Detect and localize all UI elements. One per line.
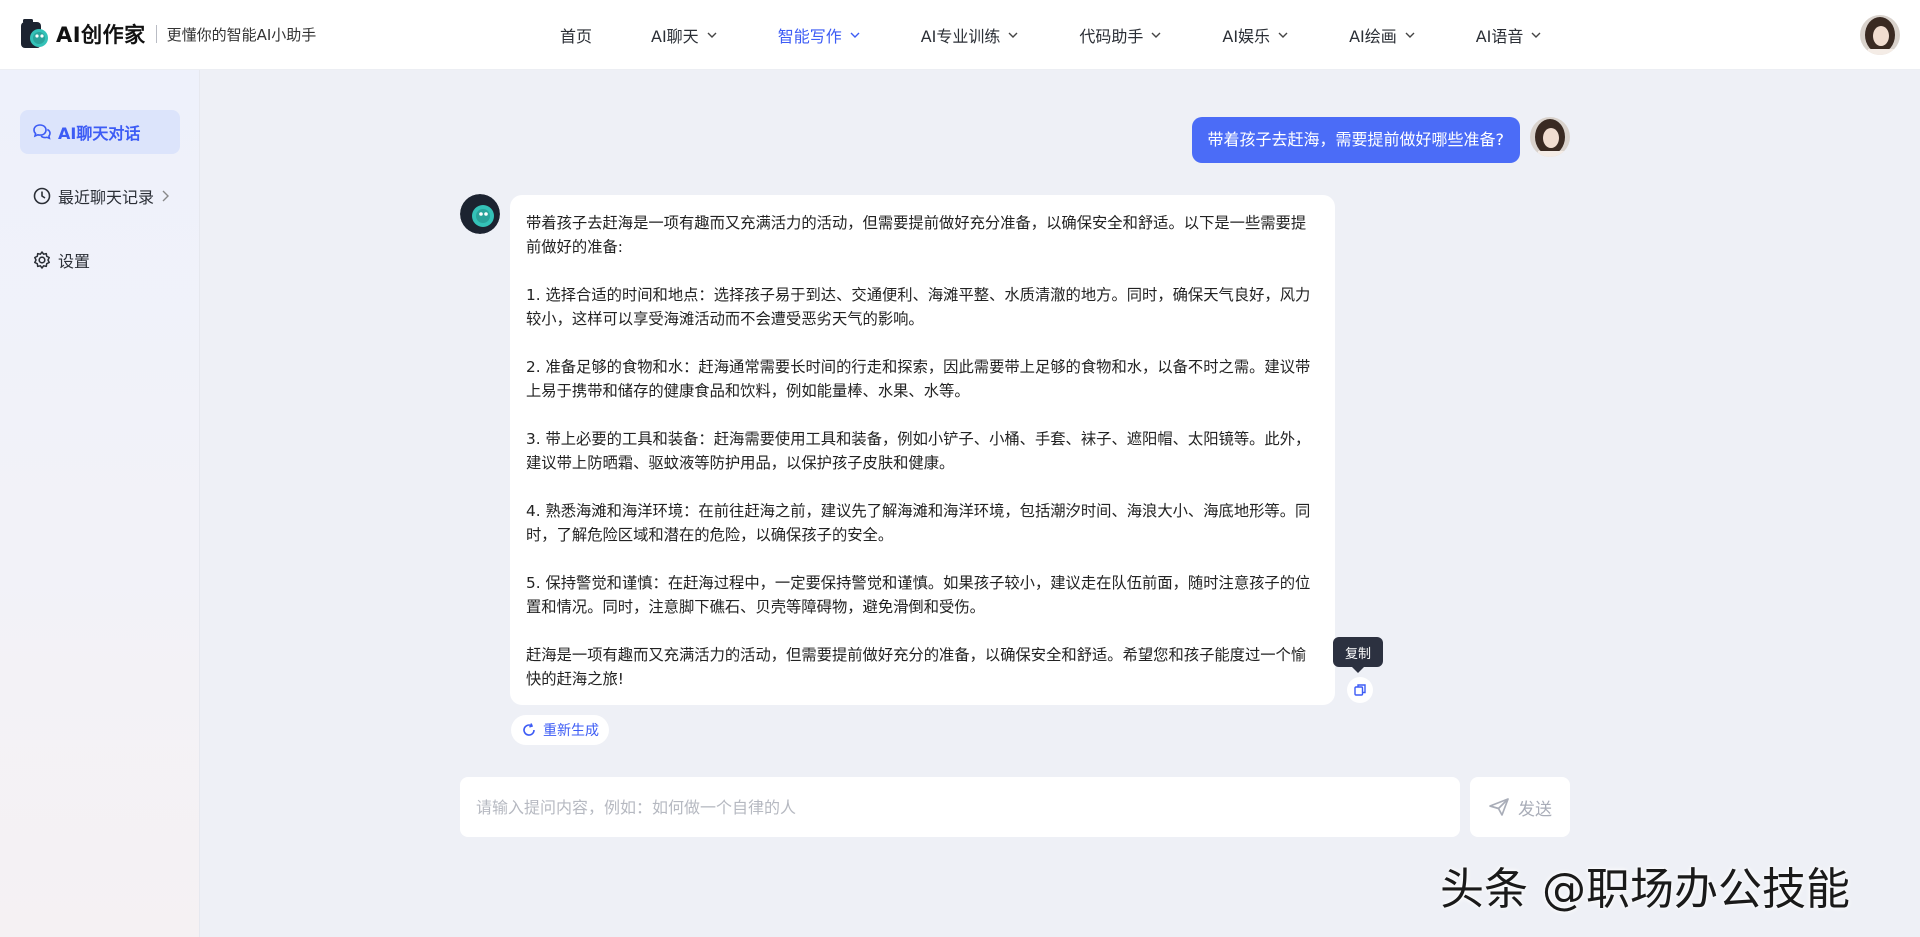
bot-message-paragraph: 1. 选择合适的时间和地点：选择孩子易于到达、交通便利、海滩平整、水质清澈的地方… bbox=[526, 286, 1311, 328]
brand-name: AI创作家 bbox=[56, 23, 146, 47]
nav-label: 代码助手 bbox=[1079, 27, 1144, 46]
chat-area: 带着孩子去赶海，需要提前做好哪些准备? 带着孩子去赶海是一项有趣而又充满活力的活… bbox=[200, 70, 1920, 937]
nav-label: 首页 bbox=[560, 27, 593, 46]
sidebar-item-label: 设置 bbox=[58, 252, 91, 271]
sidebar-item-settings[interactable]: 设置 bbox=[20, 238, 180, 282]
sidebar-item-recent-history[interactable]: 最近聊天记录 bbox=[20, 174, 180, 218]
nav-ai-entertainment[interactable]: AI娱乐 bbox=[1222, 23, 1289, 47]
sidebar-item-label: 最近聊天记录 bbox=[58, 188, 155, 207]
nav-label: AI语音 bbox=[1475, 27, 1524, 46]
nav-ai-chat[interactable]: AI聊天 bbox=[651, 23, 718, 47]
chat-bubbles-icon bbox=[33, 124, 51, 140]
bot-avatar bbox=[460, 194, 500, 234]
chevron-down-icon bbox=[707, 32, 717, 38]
logo-robot-icon bbox=[20, 18, 50, 50]
main-nav: 首页 AI聊天 智能写作 AI专业训练 代码助手 AI娱乐 AI绘画 AI语音 bbox=[560, 0, 1542, 70]
nav-ai-training[interactable]: AI专业训练 bbox=[921, 23, 1020, 47]
chevron-down-icon bbox=[1531, 32, 1541, 38]
bot-message-paragraph: 赶海是一项有趣而又充满活力的活动，但需要提前做好充分的准备，以确保安全和舒适。希… bbox=[526, 646, 1307, 688]
chevron-down-icon bbox=[1278, 32, 1288, 38]
regenerate-button[interactable]: 重新生成 bbox=[511, 715, 609, 745]
bot-message-paragraph: 5. 保持警觉和谨慎：在赶海过程中，一定要保持警觉和谨慎。如果孩子较小，建议走在… bbox=[526, 574, 1311, 616]
chevron-right-icon bbox=[162, 190, 170, 202]
sidebar-item-ai-chat[interactable]: AI聊天对话 bbox=[20, 110, 180, 154]
bot-message-paragraph: 4. 熟悉海滩和海洋环境：在前往赶海之前，建议先了解海滩和海洋环境，包括潮汐时间… bbox=[526, 502, 1311, 544]
nav-ai-voice[interactable]: AI语音 bbox=[1476, 23, 1543, 47]
question-input[interactable] bbox=[460, 777, 1460, 837]
watermark: 头条 @职场办公技能 bbox=[1440, 864, 1850, 915]
logo[interactable]: AI创作家 更懂你的智能AI小助手 bbox=[20, 18, 316, 50]
chevron-down-icon bbox=[1151, 32, 1161, 38]
user-message-avatar bbox=[1530, 117, 1570, 157]
nav-label: AI娱乐 bbox=[1222, 27, 1271, 46]
copy-tooltip: 复制 bbox=[1333, 637, 1384, 673]
bot-message-paragraph: 带着孩子去赶海是一项有趣而又充满活力的活动，但需要提前做好充分准备，以确保安全和… bbox=[526, 214, 1307, 256]
user-avatar[interactable] bbox=[1860, 15, 1900, 55]
send-label: 发送 bbox=[1518, 799, 1552, 820]
nav-label: AI绘画 bbox=[1349, 27, 1397, 46]
bot-message-bubble: 带着孩子去赶海是一项有趣而又充满活力的活动，但需要提前做好充分准备，以确保安全和… bbox=[510, 195, 1335, 705]
user-message-bubble: 带着孩子去赶海，需要提前做好哪些准备? bbox=[1191, 117, 1520, 163]
bot-message-paragraph: 3. 带上必要的工具和装备：赶海需要使用工具和装备，例如小铲子、小桶、手套、袜子… bbox=[526, 430, 1311, 472]
sidebar-item-label: AI聊天对话 bbox=[58, 124, 141, 143]
gear-icon bbox=[34, 251, 50, 269]
copy-button[interactable] bbox=[1347, 677, 1373, 703]
refresh-icon bbox=[523, 723, 535, 736]
copy-icon bbox=[1354, 684, 1366, 696]
paper-plane-icon bbox=[1489, 798, 1509, 816]
nav-ai-painting[interactable]: AI绘画 bbox=[1349, 23, 1416, 47]
nav-code-assistant[interactable]: 代码助手 bbox=[1079, 23, 1162, 47]
nav-home[interactable]: 首页 bbox=[560, 23, 592, 47]
logo-divider bbox=[155, 25, 157, 43]
user-message-row: 带着孩子去赶海，需要提前做好哪些准备? bbox=[1191, 117, 1570, 163]
brand-slogan: 更懂你的智能AI小助手 bbox=[166, 25, 317, 44]
sidebar: AI聊天对话 最近聊天记录 设置 bbox=[0, 70, 200, 937]
nav-label: AI专业训练 bbox=[920, 27, 1001, 46]
nav-smart-writing[interactable]: 智能写作 bbox=[778, 23, 861, 47]
send-button[interactable]: 发送 bbox=[1470, 777, 1570, 837]
chevron-down-icon bbox=[850, 32, 860, 38]
bot-message-paragraph: 2. 准备足够的食物和水：赶海通常需要长时间的行走和探索，因此需要带上足够的食物… bbox=[526, 358, 1311, 400]
chevron-down-icon bbox=[1405, 32, 1415, 38]
top-bar: AI创作家 更懂你的智能AI小助手 首页 AI聊天 智能写作 AI专业训练 代码… bbox=[0, 0, 1920, 70]
regenerate-label: 重新生成 bbox=[543, 723, 599, 739]
nav-label: AI聊天 bbox=[651, 27, 699, 46]
chevron-down-icon bbox=[1008, 32, 1018, 38]
clock-icon bbox=[33, 187, 51, 205]
nav-label: 智能写作 bbox=[777, 27, 842, 46]
